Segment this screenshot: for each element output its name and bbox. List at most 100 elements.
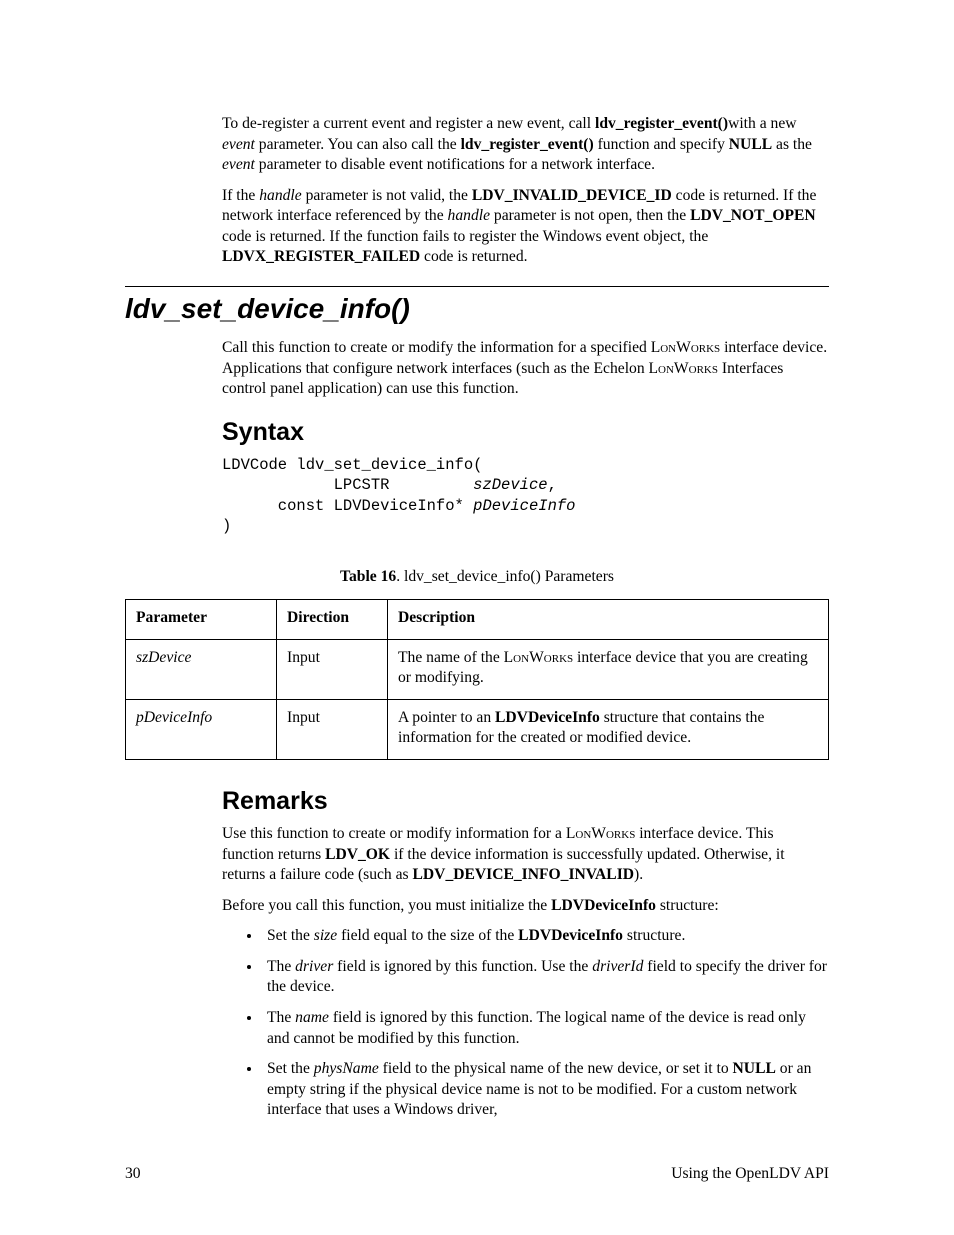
parameters-table: Parameter Direction Description szDevice…	[125, 599, 829, 760]
cell-direction: Input	[277, 639, 388, 699]
cell-description: The name of the LonWorks interface devic…	[388, 639, 829, 699]
code-line: const LDVDeviceInfo*	[222, 497, 473, 515]
table-row: szDevice Input The name of the LonWorks …	[126, 639, 829, 699]
field-name: physName	[314, 1060, 379, 1077]
type-name: LDVDeviceInfo	[495, 709, 600, 726]
function-title: ldv_set_device_info()	[125, 291, 829, 328]
text: code is returned.	[420, 248, 527, 265]
code-line: )	[222, 517, 231, 535]
text: Set the	[267, 1060, 314, 1077]
text: Use this function to create or modify in…	[222, 825, 566, 842]
text: as the	[772, 136, 812, 153]
param-name: event	[222, 156, 255, 173]
text: ).	[634, 866, 643, 883]
text: Before you call this function, you must …	[222, 897, 551, 914]
text: with a new	[728, 115, 796, 132]
text: To de-register a current event and regis…	[222, 115, 595, 132]
footer-title: Using the OpenLDV API	[671, 1164, 829, 1185]
constant: LDV_DEVICE_INFO_INVALID	[413, 866, 635, 883]
col-description: Description	[388, 600, 829, 640]
overview-block: Call this function to create or modify t…	[222, 338, 829, 400]
text: Call this function to create or modify t…	[222, 339, 651, 356]
page-number: 30	[125, 1164, 141, 1185]
text: field equal to the size of the	[337, 927, 518, 944]
brand: LonWorks	[649, 360, 718, 377]
code-line: LPCSTR	[222, 476, 473, 494]
cell-direction: Input	[277, 699, 388, 759]
intro-block: To de-register a current event and regis…	[222, 114, 829, 268]
constant: LDVX_REGISTER_FAILED	[222, 248, 420, 265]
cell-description: A pointer to an LDVDeviceInfo structure …	[388, 699, 829, 759]
param-name: handle	[448, 207, 490, 224]
syntax-section: Syntax LDVCode ldv_set_device_info( LPCS…	[222, 416, 829, 537]
text: function and specify	[594, 136, 729, 153]
syntax-heading: Syntax	[222, 416, 829, 449]
text: parameter is not valid, the	[302, 187, 472, 204]
section-divider	[125, 286, 829, 287]
text: parameter is not open, then the	[490, 207, 690, 224]
code-line: ,	[548, 476, 557, 494]
text: field to the physical name of the new de…	[379, 1060, 733, 1077]
constant: NULL	[729, 136, 772, 153]
param-name: pDeviceInfo	[136, 709, 212, 726]
list-item: Set the physName field to the physical n…	[262, 1059, 829, 1121]
type-name: LDVDeviceInfo	[518, 927, 623, 944]
field-name: driver	[295, 958, 333, 975]
param-name: event	[222, 136, 255, 153]
remarks-para-1: Use this function to create or modify in…	[222, 824, 829, 886]
code-line: LDVCode ldv_set_device_info(	[222, 456, 482, 474]
text: structure:	[656, 897, 719, 914]
remarks-para-2: Before you call this function, you must …	[222, 896, 829, 917]
constant: LDV_NOT_OPEN	[690, 207, 816, 224]
cell-param: szDevice	[126, 639, 277, 699]
table-number: Table 16	[340, 568, 396, 585]
table-caption: Table 16. ldv_set_device_info() Paramete…	[125, 567, 829, 588]
text: structure.	[623, 927, 685, 944]
table-header-row: Parameter Direction Description	[126, 600, 829, 640]
code-param: szDevice	[473, 476, 547, 494]
page: To de-register a current event and regis…	[0, 0, 954, 1235]
constant: NULL	[733, 1060, 776, 1077]
remarks-bullets: Set the size field equal to the size of …	[222, 926, 829, 1121]
remarks-heading: Remarks	[222, 785, 829, 818]
text: If the	[222, 187, 259, 204]
col-parameter: Parameter	[126, 600, 277, 640]
intro-para-1: To de-register a current event and regis…	[222, 114, 829, 176]
list-item: The driver field is ignored by this func…	[262, 957, 829, 998]
field-name: size	[314, 927, 337, 944]
table-title: . ldv_set_device_info() Parameters	[396, 568, 614, 585]
text: The	[267, 1009, 295, 1026]
field-name: driverId	[592, 958, 643, 975]
param-name: szDevice	[136, 649, 191, 666]
cell-param: pDeviceInfo	[126, 699, 277, 759]
param-name: handle	[259, 187, 301, 204]
brand: LonWorks	[566, 825, 635, 842]
table-row: pDeviceInfo Input A pointer to an LDVDev…	[126, 699, 829, 759]
text: field is ignored by this function. The l…	[267, 1009, 806, 1047]
remarks-section: Remarks Use this function to create or m…	[222, 785, 829, 1121]
col-direction: Direction	[277, 600, 388, 640]
page-footer: 30 Using the OpenLDV API	[125, 1164, 829, 1185]
text: code is returned. If the function fails …	[222, 228, 708, 245]
type-name: LDVDeviceInfo	[551, 897, 656, 914]
intro-para-2: If the handle parameter is not valid, th…	[222, 186, 829, 268]
code-block: LDVCode ldv_set_device_info( LPCSTR szDe…	[222, 455, 829, 537]
constant: LDV_OK	[325, 846, 390, 863]
text: field is ignored by this function. Use t…	[333, 958, 592, 975]
list-item: The name field is ignored by this functi…	[262, 1008, 829, 1049]
text: The name of the	[398, 649, 504, 666]
brand: LonWorks	[504, 649, 573, 666]
text: Set the	[267, 927, 314, 944]
brand: LonWorks	[651, 339, 720, 356]
constant: LDV_INVALID_DEVICE_ID	[472, 187, 672, 204]
field-name: name	[295, 1009, 329, 1026]
api-name: ldv_register_event()	[461, 136, 594, 153]
code-param: pDeviceInfo	[473, 497, 575, 515]
text: parameter. You can also call the	[255, 136, 461, 153]
text: parameter to disable event notifications…	[255, 156, 655, 173]
overview-para: Call this function to create or modify t…	[222, 338, 829, 400]
api-name: ldv_register_event()	[595, 115, 728, 132]
text: A pointer to an	[398, 709, 495, 726]
list-item: Set the size field equal to the size of …	[262, 926, 829, 947]
text: The	[267, 958, 295, 975]
